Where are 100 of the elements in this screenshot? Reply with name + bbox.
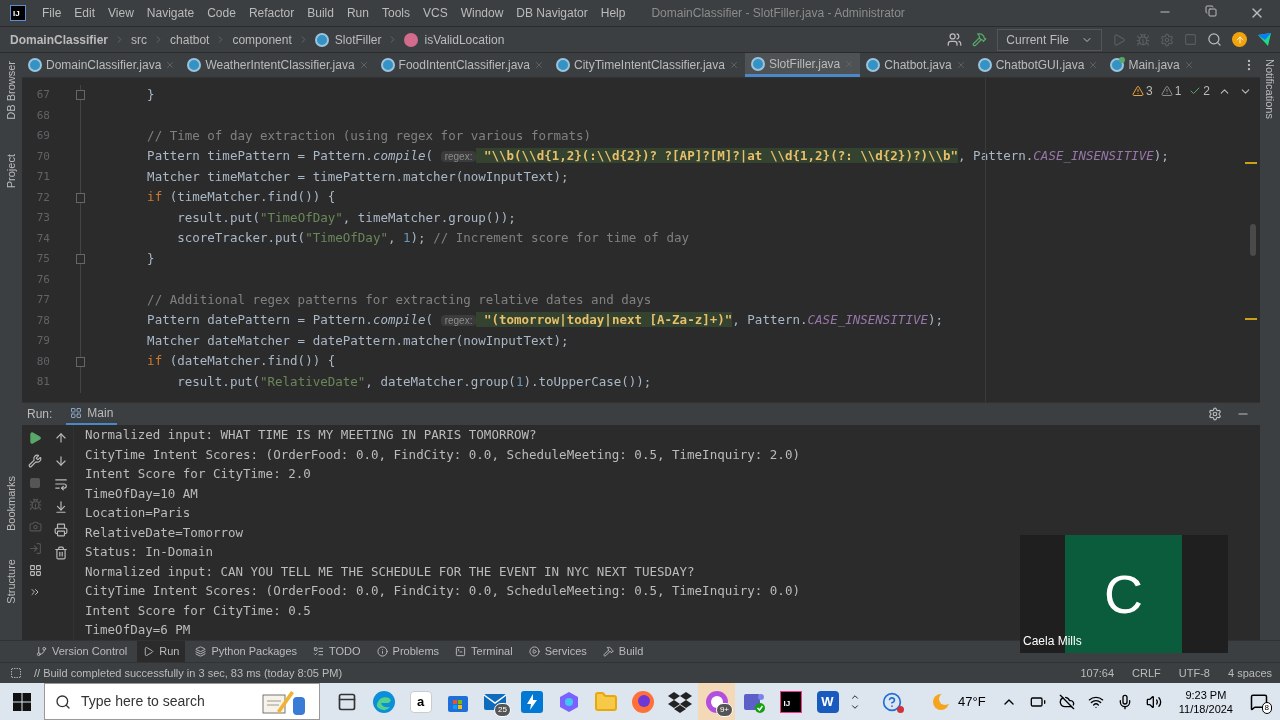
status-item[interactable]: 4 spaces bbox=[1227, 664, 1272, 682]
parameter-hint: regex: bbox=[440, 315, 477, 327]
menu-item[interactable]: Help bbox=[600, 4, 626, 22]
console-line: RelativeDate=Tomorrow bbox=[85, 523, 244, 542]
line-number: 73 bbox=[35, 210, 50, 226]
console-line: Normalized input: CAN YOU TELL ME THE SCHEDULE FOR THE EVENT IN NYC NEXT TUESDAY? bbox=[85, 562, 695, 581]
menu-item[interactable]: Edit bbox=[74, 4, 96, 22]
menu-item[interactable]: Navigate bbox=[146, 4, 195, 22]
word-icon[interactable]: W bbox=[816, 690, 839, 713]
editor-tab[interactable]: Chatbot.java bbox=[860, 53, 972, 77]
participant-name: Caela Mills bbox=[1023, 633, 1082, 650]
line-number: 75 bbox=[35, 251, 50, 267]
ide-icon[interactable]: IJ bbox=[779, 690, 802, 713]
tab-label: Main.java bbox=[1128, 57, 1180, 74]
code-line: // Additional regex patterns for extracting relative dates and days bbox=[146, 290, 652, 309]
tool-window-tab[interactable]: Bookmarks bbox=[2, 476, 20, 532]
tool-window-button[interactable]: Problems bbox=[370, 641, 446, 662]
breadcrumb[interactable]: SlotFiller bbox=[334, 30, 382, 49]
code-line: Pattern datePattern = Pattern.compile( regex: "(tomorrow|today|next [A-Za-z]+)", Pattern.CASE_INSENSITIVE); bbox=[146, 311, 944, 330]
console-line: Status: In-Domain bbox=[85, 543, 213, 561]
tool-window-tab[interactable]: Project bbox=[2, 153, 20, 188]
breadcrumb[interactable]: component bbox=[232, 30, 292, 49]
code-line: Matcher dateMatcher = datePattern.matcher(nowInputText); bbox=[146, 331, 569, 350]
line-number: 80 bbox=[35, 353, 50, 370]
menu-item[interactable]: Refactor bbox=[248, 4, 295, 22]
console-line: CityTime Intent Scores: (OrderFood: 0.0, FindCity: 0.0, ScheduleMeeting: 0.5, TimeInquiry: 0.0) bbox=[85, 582, 800, 600]
menu-item[interactable]: File bbox=[42, 4, 62, 22]
code-line: result.put("RelativeDate", dateMatcher.group(1).toUpperCase()); bbox=[176, 372, 652, 391]
tool-window-button[interactable]: Python Packages bbox=[189, 641, 304, 662]
tool-window-button[interactable]: TODO bbox=[307, 641, 367, 662]
menu-item[interactable]: Code bbox=[207, 4, 236, 22]
tool-window-tab[interactable]: Notifications bbox=[1261, 59, 1279, 119]
notification-badge: 25 bbox=[494, 703, 511, 717]
breadcrumb[interactable]: isValidLocation bbox=[424, 30, 505, 49]
tab-label: FoodIntentClassifier.java bbox=[398, 57, 530, 74]
line-number: 74 bbox=[35, 230, 50, 247]
breadcrumb[interactable]: DomainClassifier bbox=[10, 30, 109, 49]
line-number: 72 bbox=[35, 189, 50, 206]
window-title: DomainClassifier - SlotFiller.java - Administrator bbox=[651, 5, 905, 22]
status-item[interactable]: CRLF bbox=[1132, 664, 1161, 682]
tool-window-button[interactable]: Run bbox=[137, 641, 186, 662]
tool-window-button[interactable]: Services bbox=[522, 641, 593, 662]
menu-item[interactable]: VCS bbox=[422, 4, 448, 22]
tab-label: WeatherIntentClassifier.java bbox=[205, 57, 355, 74]
code-line: result.put("TimeOfDay", timeMatcher.group()); bbox=[176, 208, 516, 227]
temperature[interactable]: 47°F bbox=[958, 691, 986, 712]
editor-tab[interactable]: SlotFiller.java bbox=[744, 53, 861, 77]
tab-label: Main bbox=[87, 405, 114, 422]
clock-time: 9:23 PM bbox=[1185, 687, 1227, 702]
tool-window-button[interactable]: Terminal bbox=[449, 641, 519, 662]
editor-tab[interactable]: Main.java bbox=[1104, 53, 1200, 77]
status-item[interactable]: UTF-8 bbox=[1178, 664, 1210, 682]
editor-tab[interactable]: ChatbotGUI.java bbox=[971, 53, 1105, 77]
line-number: 78 bbox=[35, 312, 50, 329]
tab-label: SlotFiller.java bbox=[768, 55, 841, 73]
line-number: 81 bbox=[35, 374, 50, 390]
taskbar-search-field[interactable]: Type here to search bbox=[44, 683, 320, 720]
console-line: Intent Score for CityTime: 2.0 bbox=[85, 465, 311, 483]
inspection-widget[interactable]: 3 1 2 bbox=[1131, 82, 1252, 100]
line-number: 68 bbox=[35, 107, 50, 124]
clock[interactable]: 9:23 PM 11/18/2024 bbox=[1174, 687, 1237, 716]
code-line: // Time of day extraction (using regex for various formats) bbox=[146, 126, 592, 145]
tool-window-button[interactable]: Version Control bbox=[30, 641, 134, 662]
menu-item[interactable]: Run bbox=[346, 4, 369, 22]
breadcrumb[interactable]: chatbot bbox=[170, 30, 210, 49]
line-number: 67 bbox=[35, 87, 50, 103]
editor-tab[interactable]: DomainClassifier.java bbox=[22, 53, 182, 77]
tool-window-tab[interactable]: DB Browser bbox=[2, 61, 20, 120]
inspection-count: 1 bbox=[1174, 83, 1182, 100]
code-line: Pattern timePattern = Pattern.compile( regex: "\\b(\\d{1,2}(:\\d{2})? ?[AP]?[M]?|at \\d{1,2}(?: \\d{2})?)\\b", Pattern.CASE_INSENSITIVE); bbox=[146, 147, 1169, 166]
shop-icon[interactable]: a bbox=[409, 690, 432, 713]
status-item[interactable]: 107:64 bbox=[1080, 664, 1115, 682]
menu-item[interactable]: Tools bbox=[381, 4, 410, 22]
menu-item[interactable]: DB Navigator bbox=[516, 4, 588, 22]
editor-tab[interactable]: WeatherIntentClassifier.java bbox=[181, 53, 375, 77]
menu-item[interactable]: Window bbox=[460, 4, 504, 22]
notification-count: 8 bbox=[1261, 701, 1272, 714]
code-line: Matcher timeMatcher = timePattern.matcher(nowInputText); bbox=[146, 167, 569, 186]
editor-tab[interactable]: CityTimeIntentClassifier.java bbox=[550, 53, 745, 77]
tool-window-button[interactable]: Build bbox=[596, 641, 650, 662]
inspection-count: 2 bbox=[1203, 83, 1210, 100]
line-number: 69 bbox=[35, 128, 50, 144]
breadcrumb[interactable]: src bbox=[131, 30, 148, 49]
console-line: CityTime Intent Scores: (OrderFood: 0.0, FindCity: 0.0, ScheduleMeeting: 0.5, TimeInquiry: 2.0) bbox=[85, 445, 800, 464]
tab-label: Chatbot.java bbox=[884, 57, 952, 74]
code-line: } bbox=[146, 85, 155, 104]
console-line: TimeOfDay=6 PM bbox=[85, 621, 191, 639]
line-number: 71 bbox=[35, 169, 50, 185]
editor-tab[interactable]: FoodIntentClassifier.java bbox=[374, 53, 550, 77]
run-configuration-dropdown[interactable]: Current File bbox=[997, 28, 1102, 51]
tool-window-tab[interactable]: Structure bbox=[2, 559, 20, 604]
menu-item[interactable]: Build bbox=[307, 4, 334, 22]
code-line: if (timeMatcher.find()) { bbox=[146, 188, 336, 207]
tab-label: DomainClassifier.java bbox=[46, 57, 162, 74]
inspection-count: 3 bbox=[1145, 83, 1153, 100]
line-number: 79 bbox=[35, 333, 50, 349]
panel-title: Run: bbox=[27, 406, 53, 423]
tab-label: CityTimeIntentClassifier.java bbox=[574, 57, 725, 74]
menu-item[interactable]: View bbox=[108, 4, 134, 22]
code-line: if (dateMatcher.find()) { bbox=[146, 352, 336, 371]
